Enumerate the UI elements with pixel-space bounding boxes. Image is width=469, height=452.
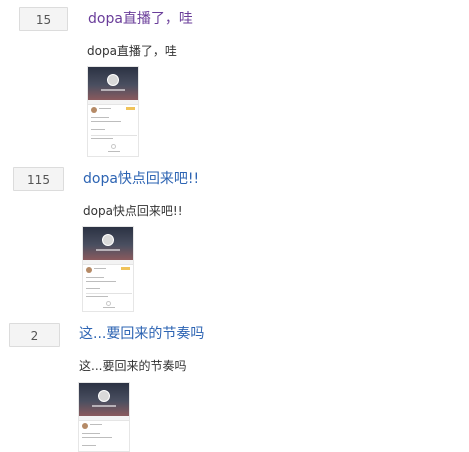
post-image-thumbnail[interactable]	[87, 66, 139, 157]
text-line	[103, 307, 115, 308]
post-image-thumbnail[interactable]	[82, 226, 134, 312]
text-line	[82, 445, 96, 446]
follow-button-icon	[121, 267, 130, 270]
tab-bar	[79, 416, 129, 421]
stream-banner	[83, 227, 133, 260]
text-line	[91, 129, 105, 130]
thread-list: 15 dopa直播了，哇 dopa直播了，哇 115 dopa快点回来吧!! d…	[0, 0, 469, 452]
text-line	[99, 108, 111, 109]
text-line	[94, 268, 106, 269]
stream-title-line	[96, 249, 120, 251]
text-line	[91, 138, 113, 139]
reply-count-badge: 115	[13, 167, 64, 191]
reply-count-badge: 2	[9, 323, 60, 347]
stream-title-line	[92, 405, 116, 407]
text-line	[86, 281, 116, 282]
text-line	[86, 277, 104, 278]
user-avatar-icon	[86, 267, 92, 273]
divider	[91, 135, 137, 136]
divider	[86, 293, 132, 294]
stream-banner	[88, 67, 138, 100]
text-line	[91, 117, 109, 118]
post-image-thumbnail[interactable]	[78, 382, 130, 452]
loading-icon	[106, 301, 111, 306]
text-line	[108, 151, 120, 152]
follow-button-icon	[126, 107, 135, 110]
user-avatar-icon	[91, 107, 97, 113]
text-line	[90, 424, 102, 425]
text-line	[82, 433, 100, 434]
streamer-avatar-icon	[98, 390, 110, 402]
tab-bar	[88, 100, 138, 105]
post-title-link[interactable]: dopa快点回来吧!!	[83, 169, 199, 189]
stream-banner	[79, 383, 129, 416]
post-title-link[interactable]: dopa直播了，哇	[88, 9, 193, 29]
reply-count-badge: 15	[19, 7, 68, 31]
text-line	[91, 121, 121, 122]
stream-title-line	[101, 89, 125, 91]
text-line	[86, 288, 100, 289]
post-excerpt: dopa直播了，哇	[87, 44, 177, 58]
post-title-link[interactable]: 这...要回来的节奏吗	[79, 324, 204, 344]
streamer-avatar-icon	[107, 74, 119, 86]
text-line	[82, 437, 112, 438]
tab-bar	[83, 260, 133, 265]
post-excerpt: dopa快点回来吧!!	[83, 204, 183, 218]
loading-icon	[111, 144, 116, 149]
streamer-avatar-icon	[102, 234, 114, 246]
post-excerpt: 这...要回来的节奏吗	[79, 359, 187, 373]
user-avatar-icon	[82, 423, 88, 429]
text-line	[86, 296, 108, 297]
